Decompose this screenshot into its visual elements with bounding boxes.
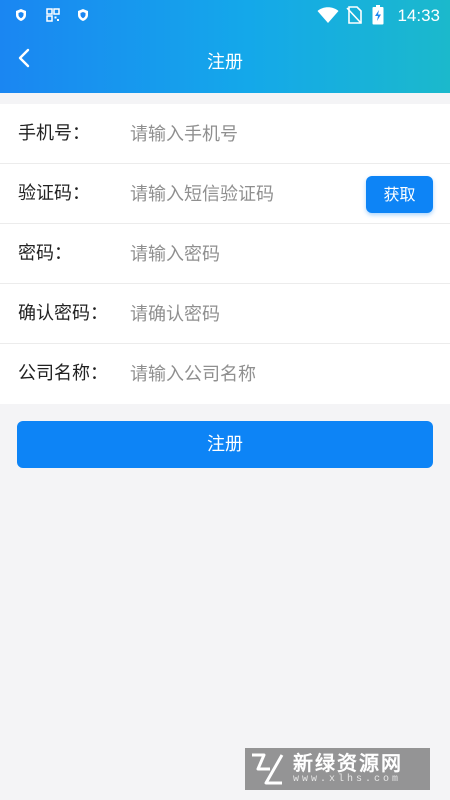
sms-code-input[interactable] — [130, 174, 360, 214]
company-name-input[interactable] — [130, 354, 360, 394]
watermark-logo-icon — [245, 748, 289, 790]
get-code-button[interactable]: 获取 — [366, 176, 433, 213]
confirm-password-label: 确认密码： — [18, 303, 108, 324]
grid-icon — [46, 8, 60, 22]
password-label: 密码： — [18, 243, 72, 264]
register-form: 手机号： 验证码： 获取 密码： 确认密码： 公司名称： — [0, 104, 450, 404]
header-bar: 14:33 注册 — [0, 0, 450, 93]
page-title: 注册 — [207, 52, 243, 73]
watermark: 新绿资源网 www.xlhs.com — [245, 748, 430, 790]
phone-label: 手机号： — [18, 123, 90, 144]
watermark-title: 新绿资源网 — [293, 751, 403, 775]
password-row: 密码： — [0, 224, 450, 284]
phone-input[interactable] — [130, 114, 360, 154]
shield-icon — [76, 8, 90, 22]
register-button[interactable]: 注册 — [17, 421, 433, 468]
confirm-password-row: 确认密码： — [0, 284, 450, 344]
company-row: 公司名称： — [0, 344, 450, 404]
confirm-password-input[interactable] — [130, 294, 360, 334]
battery-charging-icon — [372, 5, 384, 25]
code-row: 验证码： 获取 — [0, 164, 450, 224]
no-sim-icon — [346, 6, 362, 24]
status-bar: 14:33 — [0, 0, 450, 32]
password-input[interactable] — [130, 234, 360, 274]
phone-row: 手机号： — [0, 104, 450, 164]
code-label: 验证码： — [18, 183, 90, 204]
register-screen: 14:33 注册 手机号： 验证码： 获取 密码： 确认密码： 公司名称： — [0, 0, 450, 800]
shield-icon — [14, 8, 28, 22]
status-time: 14:33 — [397, 6, 440, 25]
wifi-icon — [317, 6, 339, 24]
company-label: 公司名称： — [18, 363, 108, 384]
watermark-url: www.xlhs.com — [293, 774, 402, 785]
